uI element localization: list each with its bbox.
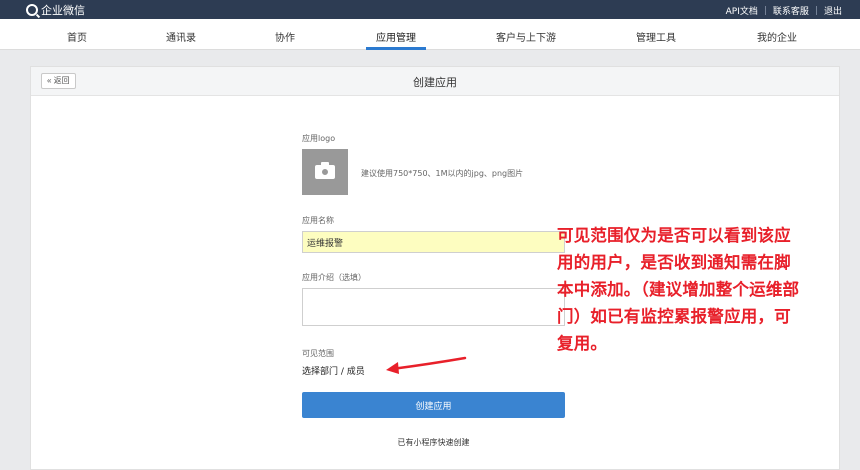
annotation-note: 可见范围仅为是否可以看到该应用的用户，是否收到通知需在脚本中添加。（建议增加整个… — [557, 226, 800, 353]
